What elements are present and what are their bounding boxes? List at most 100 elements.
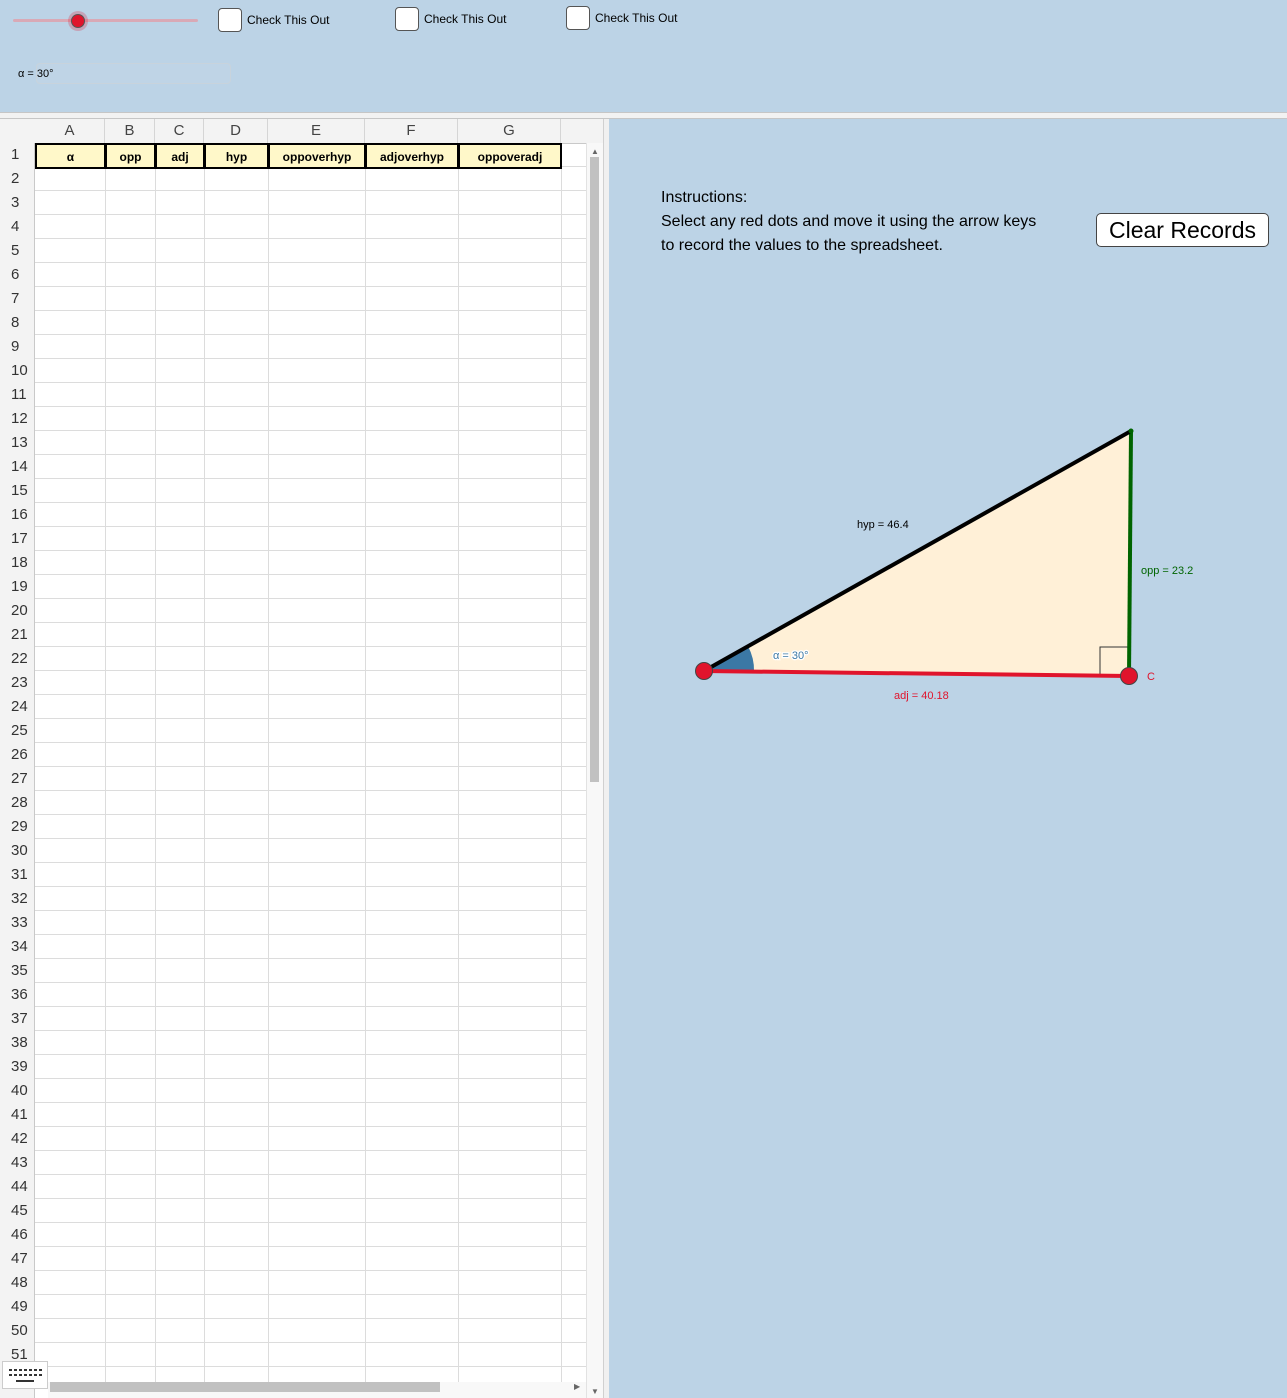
adj-label: adj = 40.18 <box>894 690 949 702</box>
row-header-34[interactable]: 34 <box>0 935 34 959</box>
row-header-7[interactable]: 7 <box>0 287 34 311</box>
grid-row-line <box>35 526 586 527</box>
row-header-2[interactable]: 2 <box>0 167 34 191</box>
row-header-43[interactable]: 43 <box>0 1151 34 1175</box>
row-header-18[interactable]: 18 <box>0 551 34 575</box>
row-header-40[interactable]: 40 <box>0 1079 34 1103</box>
row-header-14[interactable]: 14 <box>0 455 34 479</box>
row-header-16[interactable]: 16 <box>0 503 34 527</box>
point-c-dot[interactable] <box>1120 667 1138 685</box>
header-cell-d1[interactable]: hyp <box>204 143 269 169</box>
checkbox-box[interactable] <box>395 7 419 31</box>
header-cell-c1[interactable]: adj <box>155 143 205 169</box>
alpha-value-label: α = 30° <box>18 68 54 80</box>
row-header-22[interactable]: 22 <box>0 647 34 671</box>
row-header-26[interactable]: 26 <box>0 743 34 767</box>
row-header-20[interactable]: 20 <box>0 599 34 623</box>
row-header-46[interactable]: 46 <box>0 1223 34 1247</box>
row-header-39[interactable]: 39 <box>0 1055 34 1079</box>
row-header-36[interactable]: 36 <box>0 983 34 1007</box>
row-header-42[interactable]: 42 <box>0 1127 34 1151</box>
row-header-47[interactable]: 47 <box>0 1247 34 1271</box>
check-this-out-checkbox-1[interactable]: Check This Out <box>218 8 329 32</box>
angle-label: α = 30° <box>773 650 809 662</box>
grid-column-line <box>561 143 562 1398</box>
column-header-d[interactable]: D <box>204 119 268 143</box>
horizontal-scrollbar[interactable]: ▶ <box>48 1382 586 1398</box>
grid-row-line <box>35 1366 586 1367</box>
row-header-38[interactable]: 38 <box>0 1031 34 1055</box>
row-header-9[interactable]: 9 <box>0 335 34 359</box>
column-header-f[interactable]: F <box>365 119 458 143</box>
column-header-a[interactable]: A <box>35 119 105 143</box>
vertical-scrollbar[interactable]: ▲ ▼ <box>586 143 603 1398</box>
row-header-25[interactable]: 25 <box>0 719 34 743</box>
grid-column-line <box>105 143 106 1398</box>
row-header-19[interactable]: 19 <box>0 575 34 599</box>
toolbar-divider[interactable] <box>0 112 1287 119</box>
grid-row-line <box>35 766 586 767</box>
row-header-44[interactable]: 44 <box>0 1175 34 1199</box>
grid-row-line <box>35 238 586 239</box>
scroll-right-arrow-icon[interactable]: ▶ <box>574 1382 580 1391</box>
row-header-28[interactable]: 28 <box>0 791 34 815</box>
row-header-50[interactable]: 50 <box>0 1319 34 1343</box>
column-header-e[interactable]: E <box>268 119 365 143</box>
row-header-30[interactable]: 30 <box>0 839 34 863</box>
row-header-33[interactable]: 33 <box>0 911 34 935</box>
row-header-8[interactable]: 8 <box>0 311 34 335</box>
keyboard-toggle-button[interactable] <box>2 1361 48 1389</box>
alpha-input-field[interactable] <box>36 63 231 84</box>
row-header-13[interactable]: 13 <box>0 431 34 455</box>
header-cell-g1[interactable]: oppoveradj <box>458 143 562 169</box>
row-header-4[interactable]: 4 <box>0 215 34 239</box>
column-header-c[interactable]: C <box>155 119 204 143</box>
row-header-27[interactable]: 27 <box>0 767 34 791</box>
grid-row-line <box>35 574 586 575</box>
alpha-slider-track[interactable] <box>13 19 198 22</box>
horizontal-scroll-thumb[interactable] <box>50 1382 440 1392</box>
row-header-24[interactable]: 24 <box>0 695 34 719</box>
checkbox-box[interactable] <box>218 8 242 32</box>
row-header-35[interactable]: 35 <box>0 959 34 983</box>
row-header-11[interactable]: 11 <box>0 383 34 407</box>
graphics-view[interactable]: Instructions: Select any red dots and mo… <box>609 119 1287 1398</box>
row-header-10[interactable]: 10 <box>0 359 34 383</box>
scroll-down-arrow-icon[interactable]: ▼ <box>591 1387 599 1396</box>
row-header-41[interactable]: 41 <box>0 1103 34 1127</box>
row-header-23[interactable]: 23 <box>0 671 34 695</box>
checkbox-label: Check This Out <box>595 11 678 25</box>
column-header-g[interactable]: G <box>458 119 561 143</box>
row-header-15[interactable]: 15 <box>0 479 34 503</box>
checkbox-label: Check This Out <box>424 12 507 26</box>
row-header-29[interactable]: 29 <box>0 815 34 839</box>
header-cell-a1[interactable]: α <box>35 143 106 169</box>
row-header-45[interactable]: 45 <box>0 1199 34 1223</box>
row-header-6[interactable]: 6 <box>0 263 34 287</box>
header-cell-e1[interactable]: oppoverhyp <box>268 143 366 169</box>
row-header-1[interactable]: 1 <box>0 143 34 167</box>
row-header-21[interactable]: 21 <box>0 623 34 647</box>
row-header-17[interactable]: 17 <box>0 527 34 551</box>
point-a-dot[interactable] <box>695 662 713 680</box>
header-cell-f1[interactable]: adjoverhyp <box>365 143 459 169</box>
cell-grid[interactable] <box>35 143 586 1398</box>
point-c-label: C <box>1147 671 1155 683</box>
check-this-out-checkbox-3[interactable]: Check This Out <box>566 6 677 30</box>
grid-column-line <box>365 143 366 1398</box>
row-header-49[interactable]: 49 <box>0 1295 34 1319</box>
row-header-32[interactable]: 32 <box>0 887 34 911</box>
check-this-out-checkbox-2[interactable]: Check This Out <box>395 7 506 31</box>
column-header-b[interactable]: B <box>105 119 155 143</box>
row-header-37[interactable]: 37 <box>0 1007 34 1031</box>
vertical-scroll-thumb[interactable] <box>590 157 599 782</box>
row-header-3[interactable]: 3 <box>0 191 34 215</box>
row-header-5[interactable]: 5 <box>0 239 34 263</box>
row-header-48[interactable]: 48 <box>0 1271 34 1295</box>
checkbox-box[interactable] <box>566 6 590 30</box>
row-header-12[interactable]: 12 <box>0 407 34 431</box>
alpha-slider-thumb[interactable] <box>70 14 85 28</box>
scroll-up-arrow-icon[interactable]: ▲ <box>591 147 599 156</box>
header-cell-b1[interactable]: opp <box>105 143 156 169</box>
row-header-31[interactable]: 31 <box>0 863 34 887</box>
